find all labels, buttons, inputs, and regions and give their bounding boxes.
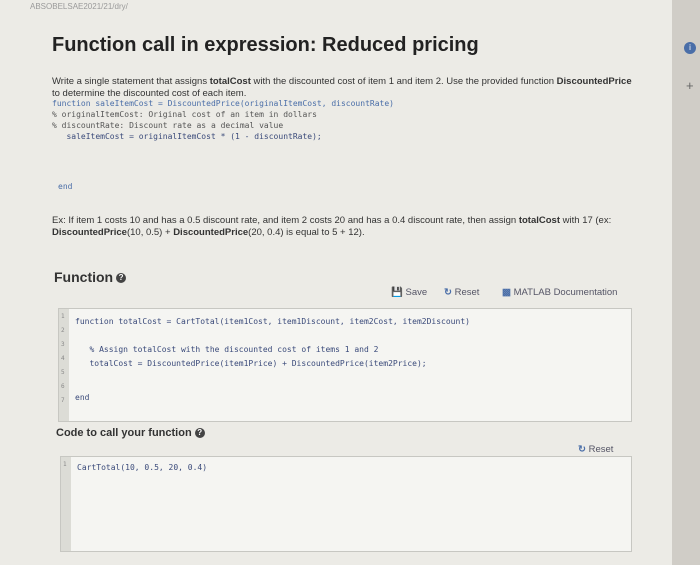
provided-code-line: % discountRate: Discount rate as a decim… bbox=[52, 121, 284, 130]
example-text: Ex: If item 1 costs 10 and has a 0.5 dis… bbox=[52, 215, 642, 239]
call-reset-label: Reset bbox=[588, 444, 614, 455]
call-code-heading: Code to call your function? bbox=[56, 427, 205, 439]
save-button[interactable]: 💾 Save bbox=[391, 287, 427, 298]
example-part-3: (10, 0.5) + bbox=[126, 227, 174, 238]
help-icon[interactable]: ? bbox=[116, 273, 127, 284]
editor-line[interactable]: totalCost = DiscountedPrice(item1Price) … bbox=[75, 359, 426, 368]
function-heading-text: Function bbox=[54, 269, 114, 285]
docs-label: MATLAB Documentation bbox=[513, 287, 618, 298]
call-code-editor[interactable]: 1 CartTotal(10, 0.5, 20, 0.4) bbox=[60, 456, 632, 552]
reset-icon: ↻ bbox=[444, 287, 452, 298]
example-part-4: (20, 0.4) is equal to 5 + 12). bbox=[248, 227, 365, 238]
description-text-1: Write a single statement that assigns bbox=[52, 76, 210, 87]
line-number: 7 bbox=[61, 397, 65, 404]
provided-code-line: % originalItemCost: Original cost of an … bbox=[52, 110, 317, 119]
provided-function-code: function saleItemCost = DiscountedPrice(… bbox=[52, 98, 612, 188]
example-bold-2: DiscountedPrice bbox=[52, 227, 127, 238]
line-number: 3 bbox=[61, 341, 65, 348]
example-part-2: with 17 (ex: bbox=[560, 215, 612, 226]
provided-code-line: function saleItemCost = DiscountedPrice(… bbox=[52, 99, 394, 108]
plus-icon[interactable]: + bbox=[686, 78, 694, 93]
editor-line[interactable]: function totalCost = CartTotal(item1Cost… bbox=[75, 317, 470, 326]
call-heading-text: Code to call your function bbox=[56, 427, 192, 439]
example-part-1: Ex: If item 1 costs 10 and has a 0.5 dis… bbox=[52, 215, 519, 226]
editor-line[interactable]: % Assign totalCost with the discounted c… bbox=[75, 345, 378, 354]
reset-icon: ↻ bbox=[578, 444, 586, 455]
save-label: Save bbox=[405, 287, 428, 298]
line-number-gutter: 1 bbox=[61, 457, 71, 551]
function-heading: Function? bbox=[54, 269, 127, 285]
description-bold-1: totalCost bbox=[209, 76, 251, 87]
line-number: 6 bbox=[61, 383, 65, 390]
page: ABSOBELSAE2021/21/dry/ Function call in … bbox=[0, 0, 672, 565]
call-code-line[interactable]: CartTotal(10, 0.5, 20, 0.4) bbox=[77, 463, 207, 472]
reset-button[interactable]: ↻ Reset bbox=[444, 287, 479, 298]
example-bold-3: DiscountedPrice bbox=[173, 227, 249, 238]
top-note: ABSOBELSAE2021/21/dry/ bbox=[30, 2, 128, 11]
editor-line[interactable]: end bbox=[75, 393, 89, 402]
book-icon: ▩ bbox=[502, 287, 511, 298]
line-number: 1 bbox=[63, 461, 67, 468]
info-icon[interactable]: i bbox=[684, 42, 696, 54]
description-bold-2: DiscountedPrice bbox=[556, 76, 632, 87]
matlab-documentation-link[interactable]: ▩ MATLAB Documentation bbox=[502, 287, 617, 298]
call-reset-button[interactable]: ↻ Reset bbox=[578, 444, 613, 455]
line-number: 4 bbox=[61, 355, 65, 362]
problem-description: Write a single statement that assigns to… bbox=[52, 76, 632, 100]
line-number-gutter: 1 2 3 4 5 6 7 bbox=[59, 309, 69, 421]
line-number: 2 bbox=[61, 327, 65, 334]
save-icon: 💾 bbox=[391, 287, 403, 298]
line-number: 1 bbox=[61, 313, 65, 320]
page-title: Function call in expression: Reduced pri… bbox=[52, 34, 479, 56]
function-editor[interactable]: 1 2 3 4 5 6 7 function totalCost = CartT… bbox=[58, 308, 632, 422]
line-number: 5 bbox=[61, 369, 65, 376]
provided-code-line: saleItemCost = originalItemCost * (1 - d… bbox=[52, 132, 322, 141]
provided-code-end: end bbox=[58, 182, 73, 191]
description-text-2: with the discounted cost of item 1 and i… bbox=[250, 76, 557, 87]
help-icon[interactable]: ? bbox=[194, 428, 205, 439]
reset-label: Reset bbox=[454, 287, 480, 298]
example-bold-1: totalCost bbox=[518, 215, 561, 226]
